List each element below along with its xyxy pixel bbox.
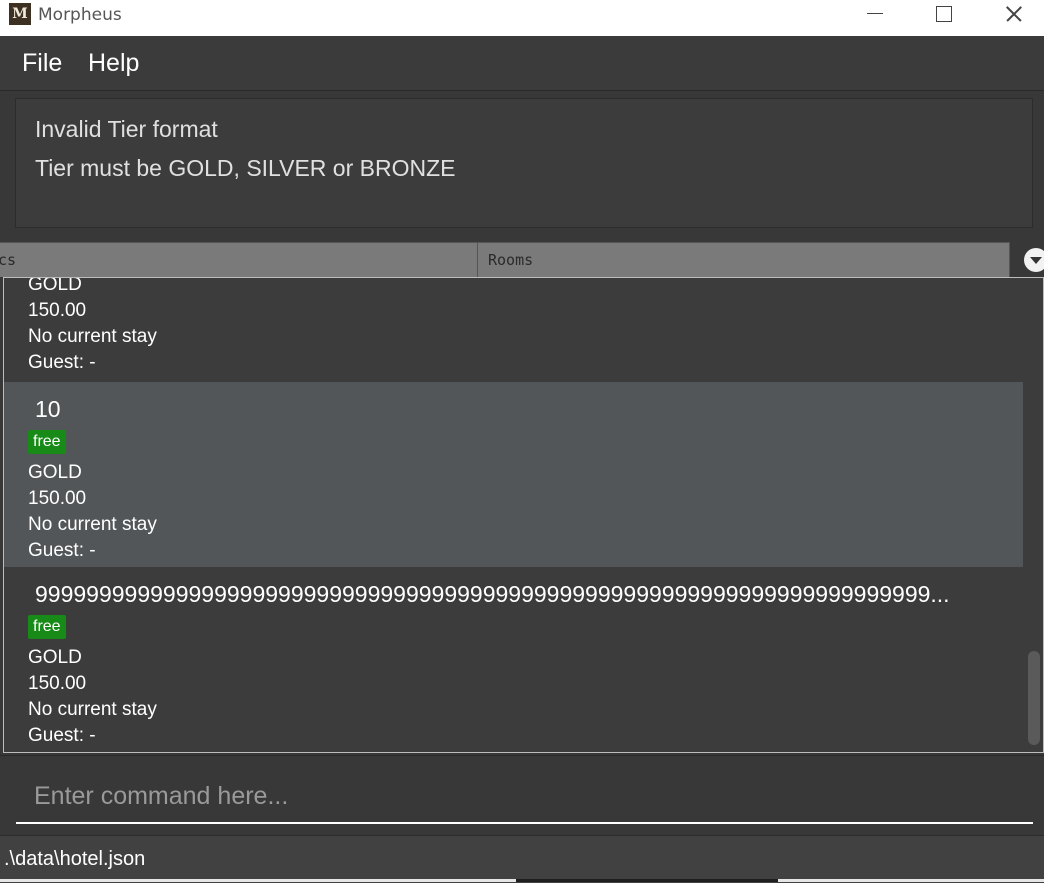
status-badge: free: [28, 615, 66, 639]
tab-label: Rooms: [488, 251, 534, 269]
tab-rooms[interactable]: Rooms: [477, 242, 1010, 277]
result-display: Invalid Tier format Tier must be GOLD, S…: [15, 98, 1033, 228]
room-tier: GOLD: [28, 277, 82, 295]
room-stay: No current stay: [28, 514, 157, 535]
room-price: 150.00: [28, 300, 87, 321]
tab-label: cs: [0, 251, 17, 269]
tab-bar: cs Rooms: [0, 240, 1044, 277]
room-card[interactable]: 9999999999999999999999999999999999999999…: [4, 567, 1023, 752]
command-input[interactable]: [16, 770, 1033, 824]
room-stay: No current stay: [28, 699, 157, 720]
room-card[interactable]: 10 free GOLD 150.00 No current stay Gues…: [4, 382, 1023, 567]
room-tier: GOLD: [28, 647, 82, 668]
data-file-path: .\data\hotel.json: [4, 848, 146, 870]
status-bar: .\data\hotel.json: [0, 835, 1044, 883]
list-scrollbar[interactable]: [1025, 278, 1043, 752]
result-message-line: Invalid Tier format: [35, 116, 218, 142]
room-guest: Guest: -: [28, 725, 96, 746]
menu-help[interactable]: Help: [88, 48, 139, 78]
menu-file[interactable]: File: [22, 48, 62, 78]
app-logo-icon: M: [9, 3, 31, 25]
room-price: 150.00: [28, 673, 87, 694]
tab-guests[interactable]: cs: [0, 242, 478, 277]
scrollbar-thumb[interactable]: [1028, 651, 1040, 745]
room-stay: No current stay: [28, 326, 157, 347]
result-display-area: Invalid Tier format Tier must be GOLD, S…: [0, 91, 1044, 240]
room-number: 9999999999999999999999999999999999999999…: [35, 581, 950, 607]
room-guest: Guest: -: [28, 352, 96, 373]
result-message-line: Tier must be GOLD, SILVER or BRONZE: [35, 155, 456, 181]
command-area: [0, 755, 1044, 836]
room-price: 150.00: [28, 488, 87, 509]
window-title: Morpheus: [38, 5, 122, 25]
room-guest: Guest: -: [28, 540, 96, 561]
room-list[interactable]: GOLD 150.00 No current stay Guest: - 10 …: [3, 277, 1044, 753]
room-tier: GOLD: [28, 462, 82, 483]
minimize-button[interactable]: [852, 0, 898, 30]
room-number: 10: [35, 396, 61, 422]
room-card[interactable]: GOLD 150.00 No current stay Guest: -: [4, 277, 1023, 382]
tab-dropdown-icon[interactable]: [1024, 248, 1044, 272]
status-badge: free: [28, 430, 66, 454]
title-bar: M Morpheus: [0, 0, 1044, 36]
menu-bar: File Help: [0, 36, 1044, 91]
close-button[interactable]: [990, 0, 1036, 30]
maximize-button[interactable]: [920, 0, 966, 30]
